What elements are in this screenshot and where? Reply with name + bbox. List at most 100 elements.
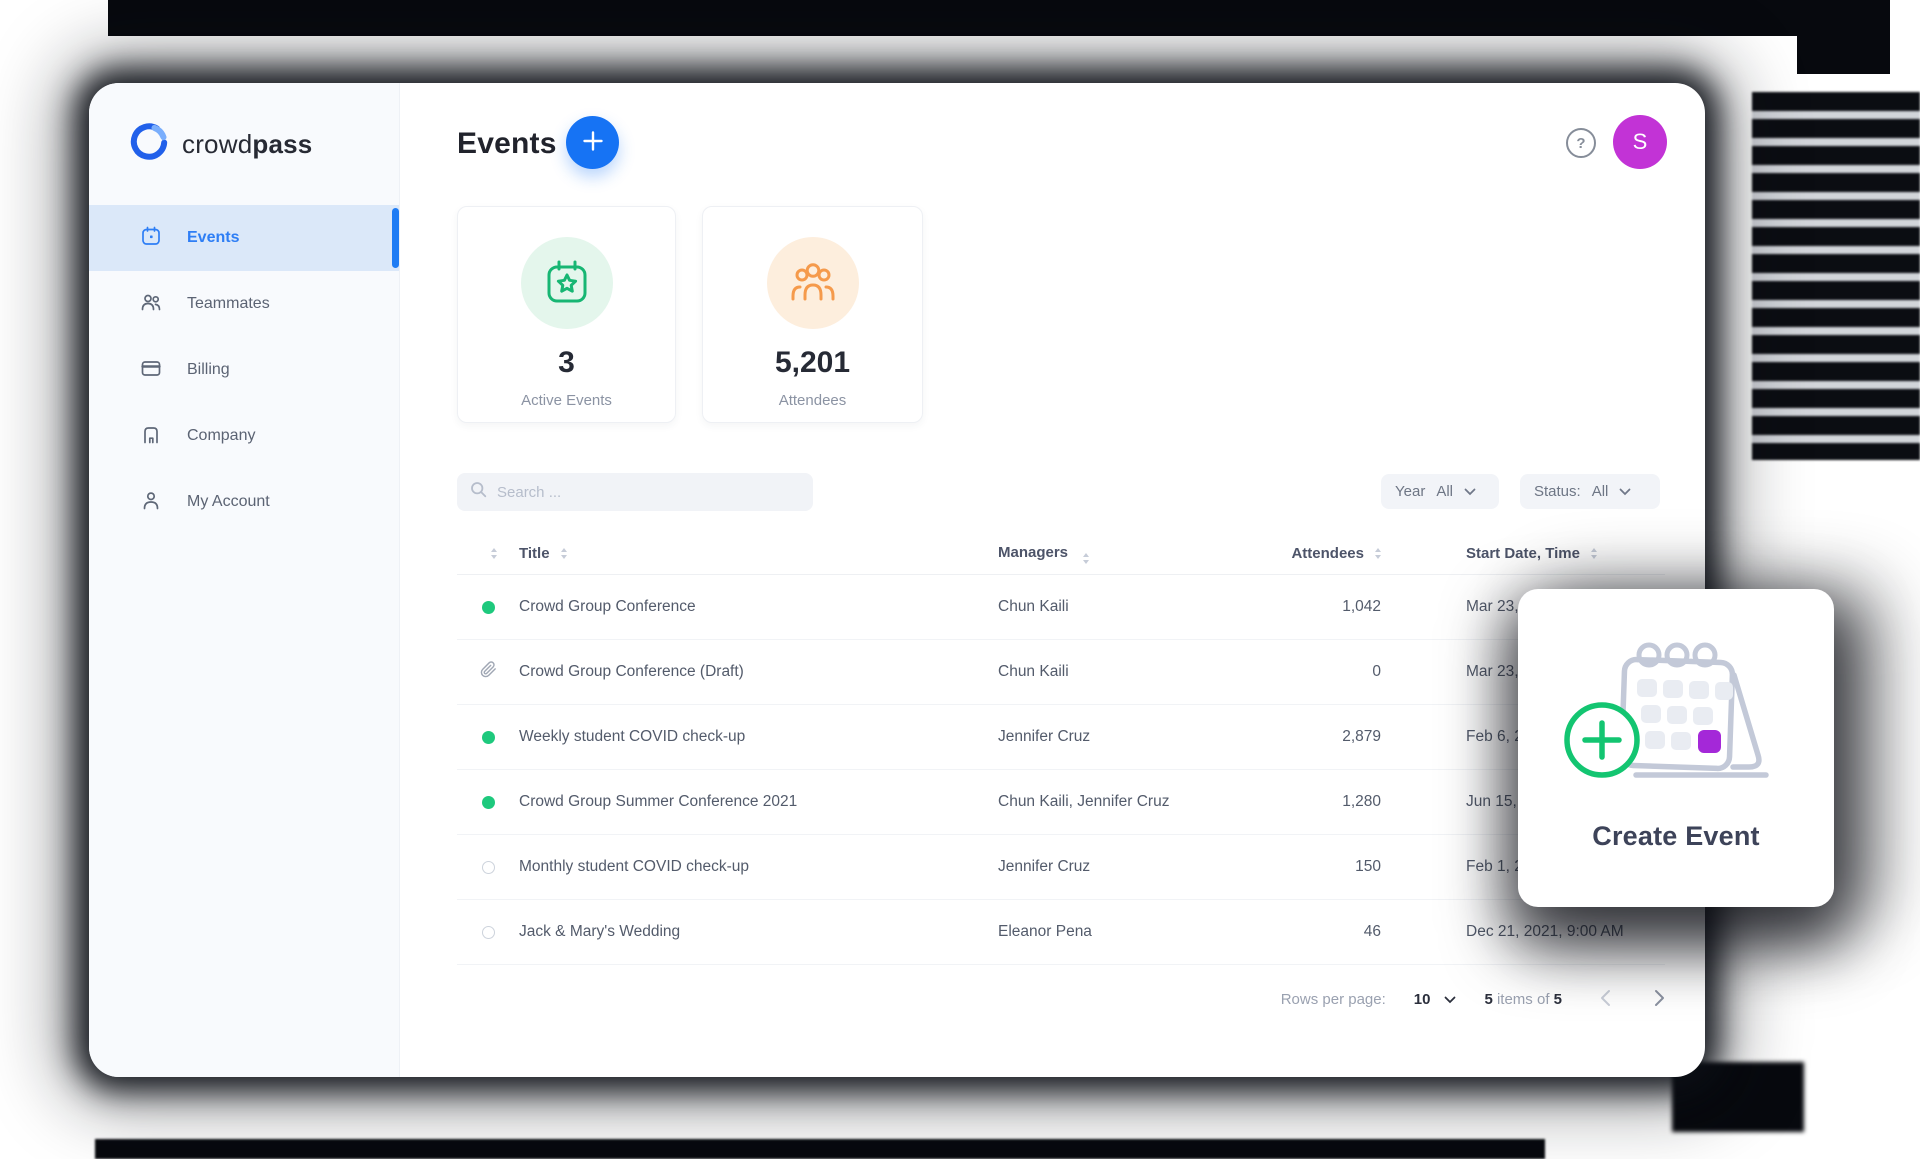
table-row[interactable]: Monthly student COVID check-up Jennifer … bbox=[457, 835, 1665, 900]
stat-card-active-events: 3 Active Events bbox=[457, 206, 676, 423]
event-managers: Chun Kaili bbox=[998, 598, 1278, 616]
event-status-cell bbox=[457, 926, 519, 939]
pager bbox=[1600, 989, 1665, 1010]
crowdpass-ring-logo-icon bbox=[130, 123, 168, 166]
create-event-card[interactable]: Create Event bbox=[1518, 589, 1834, 907]
event-managers: Chun Kaili, Jennifer Cruz bbox=[998, 793, 1278, 811]
stat-label: Attendees bbox=[703, 392, 922, 409]
sidebar-item-billing[interactable]: Billing bbox=[89, 337, 399, 403]
shadow-artifact bbox=[95, 1139, 1545, 1159]
create-event-label: Create Event bbox=[1518, 821, 1834, 852]
sidebar-item-label: My Account bbox=[187, 493, 270, 511]
shadow-artifact bbox=[108, 0, 1890, 36]
column-header-attendees[interactable]: Attendees bbox=[1278, 545, 1381, 562]
sort-icon bbox=[491, 548, 497, 559]
sidebar-nav: Events Teammates bbox=[89, 205, 399, 535]
app-window: crowdpass Events bbox=[89, 83, 1705, 1077]
status-dot bbox=[482, 861, 495, 874]
calendar-icon bbox=[140, 225, 162, 252]
sidebar-item-label: Billing bbox=[187, 361, 230, 379]
users-icon bbox=[140, 291, 162, 318]
event-title: Crowd Group Summer Conference 2021 bbox=[519, 793, 998, 811]
table-row[interactable]: Crowd Group Conference Chun Kaili 1,042 … bbox=[457, 575, 1665, 640]
avatar-initial: S bbox=[1633, 129, 1648, 155]
event-status-cell bbox=[457, 731, 519, 744]
search-icon bbox=[470, 481, 487, 503]
rows-per-page-label: Rows per page: bbox=[1281, 991, 1386, 1008]
brand-logo: crowdpass bbox=[130, 123, 312, 166]
table-header-row: Title Managers Attendees Start Date, Tim… bbox=[457, 533, 1665, 575]
event-attendees: 46 bbox=[1278, 923, 1381, 941]
active-indicator-bar bbox=[392, 208, 399, 268]
event-attendees: 2,879 bbox=[1278, 728, 1381, 746]
shadow-artifact bbox=[1752, 92, 1920, 460]
filter-value: All bbox=[1592, 483, 1609, 500]
chevron-right-icon bbox=[1654, 989, 1665, 1010]
sidebar: crowdpass Events bbox=[89, 83, 400, 1077]
table-footer: Rows per page: 10 5 items of 5 bbox=[457, 976, 1665, 1022]
table-row[interactable]: Crowd Group Summer Conference 2021 Chun … bbox=[457, 770, 1665, 835]
shadow-artifact bbox=[1672, 1062, 1804, 1132]
event-managers: Jennifer Cruz bbox=[998, 728, 1278, 746]
brand-name: crowdpass bbox=[182, 129, 312, 160]
event-title: Crowd Group Conference bbox=[519, 598, 998, 616]
event-status-cell bbox=[457, 601, 519, 614]
sort-icon bbox=[1591, 548, 1597, 559]
column-header-managers[interactable]: Managers bbox=[998, 544, 1278, 564]
people-group-icon bbox=[767, 237, 859, 329]
chevron-down-icon bbox=[1619, 483, 1631, 500]
sort-icon bbox=[561, 548, 567, 559]
credit-card-icon bbox=[140, 357, 162, 384]
sidebar-item-label: Company bbox=[187, 427, 255, 445]
chevron-down-icon bbox=[1444, 991, 1456, 1008]
question-mark-icon: ? bbox=[1576, 135, 1585, 152]
help-button[interactable]: ? bbox=[1566, 128, 1596, 158]
avatar[interactable]: S bbox=[1613, 115, 1667, 169]
filter-label: Year bbox=[1395, 483, 1425, 500]
table-body: Crowd Group Conference Chun Kaili 1,042 … bbox=[457, 575, 1665, 965]
search-input[interactable] bbox=[497, 484, 800, 501]
status-dot bbox=[482, 601, 495, 614]
next-page-button[interactable] bbox=[1654, 989, 1665, 1010]
building-icon bbox=[140, 423, 162, 450]
stat-value: 3 bbox=[458, 346, 675, 380]
column-header-status[interactable] bbox=[457, 548, 519, 559]
status-dot bbox=[482, 796, 495, 809]
event-managers: Chun Kaili bbox=[998, 663, 1278, 681]
column-header-start-date[interactable]: Start Date, Time bbox=[1381, 545, 1665, 562]
search-box bbox=[457, 473, 813, 511]
chevron-down-icon bbox=[1464, 483, 1476, 500]
add-event-button[interactable] bbox=[566, 116, 619, 169]
create-event-calendar-icon bbox=[1561, 629, 1791, 784]
filter-label: Status: bbox=[1534, 483, 1581, 500]
table-row[interactable]: Weekly student COVID check-up Jennifer C… bbox=[457, 705, 1665, 770]
event-status-cell bbox=[457, 861, 519, 874]
status-dot bbox=[482, 731, 495, 744]
paperclip-icon bbox=[480, 661, 497, 683]
sidebar-item-company[interactable]: Company bbox=[89, 403, 399, 469]
table-row[interactable]: Crowd Group Conference (Draft) Chun Kail… bbox=[457, 640, 1665, 705]
filter-value: All bbox=[1436, 483, 1453, 500]
sidebar-item-teammates[interactable]: Teammates bbox=[89, 271, 399, 337]
event-attendees: 0 bbox=[1278, 663, 1381, 681]
calendar-star-icon bbox=[521, 237, 613, 329]
user-icon bbox=[140, 489, 162, 516]
event-status-cell bbox=[457, 796, 519, 809]
event-status-cell bbox=[457, 661, 519, 683]
event-managers: Jennifer Cruz bbox=[998, 858, 1278, 876]
event-start-date: Dec 21, 2021, 9:00 AM bbox=[1381, 923, 1665, 941]
previous-page-button[interactable] bbox=[1600, 989, 1611, 1010]
sidebar-item-my-account[interactable]: My Account bbox=[89, 469, 399, 535]
status-filter[interactable]: Status: All bbox=[1520, 474, 1660, 509]
sidebar-item-events[interactable]: Events bbox=[89, 205, 399, 271]
shadow-artifact bbox=[1797, 0, 1890, 74]
sidebar-item-label: Teammates bbox=[187, 295, 270, 313]
items-count: 5 items of 5 bbox=[1484, 991, 1562, 1008]
year-filter[interactable]: Year All bbox=[1381, 474, 1499, 509]
event-attendees: 150 bbox=[1278, 858, 1381, 876]
stat-card-attendees: 5,201 Attendees bbox=[702, 206, 923, 423]
column-header-title[interactable]: Title bbox=[519, 545, 998, 562]
page-title: Events bbox=[457, 127, 557, 161]
rows-per-page-select[interactable]: 10 bbox=[1414, 991, 1457, 1008]
table-row[interactable]: Jack & Mary's Wedding Eleanor Pena 46 De… bbox=[457, 900, 1665, 965]
